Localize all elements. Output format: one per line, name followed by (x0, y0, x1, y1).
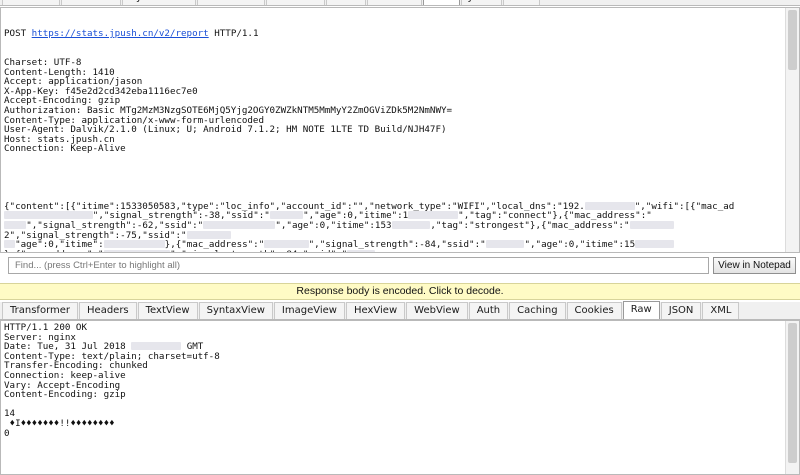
request-raw-pane[interactable]: POST https://stats.jpush.cn/v2/report HT… (0, 7, 800, 253)
redacted-block (131, 342, 182, 351)
request-header-line: Connection: Keep-Alive (4, 143, 126, 155)
request-version: HTTP/1.1 (208, 28, 259, 40)
response-tab-cookies[interactable]: Cookies (566, 302, 622, 319)
request-tab-webforms[interactable]: WebForms (196, 0, 266, 5)
redacted-block (4, 211, 93, 220)
request-line: POST https://stats.jpush.cn/v2/report HT… (4, 29, 752, 39)
text-segment: ","signal_strength":-84,"ssid":" (170, 249, 347, 252)
response-line: Content-Encoding: gzip (4, 390, 220, 400)
request-headers: Charset: UTF-8 Content-Length: 1410 Accept… (4, 58, 752, 154)
request-body-line: },{"mac_address":" ","signal_strength":-8… (4, 249, 752, 252)
response-tab-hexview[interactable]: HexView (345, 302, 406, 319)
response-tab-webview[interactable]: WebView (406, 302, 468, 319)
request-tab-auth[interactable]: Auth (326, 0, 366, 5)
redacted-block (103, 249, 171, 252)
text-segment: ","age":0,"itime":15 (524, 239, 636, 251)
request-scrollbar[interactable] (785, 8, 799, 252)
response-tab-transformer[interactable]: Transformer (2, 302, 79, 319)
request-url-link[interactable]: https://stats.jpush.cn/v2/report (32, 28, 209, 39)
request-tab-textview[interactable]: TextView (60, 0, 121, 5)
request-method: POST (4, 28, 32, 40)
redacted-block (485, 240, 525, 249)
response-raw-pane[interactable]: HTTP/1.1 200 OK Server: nginx Date: Tue, 3… (0, 320, 800, 475)
text-segment: ♦I♦♦♦♦♦♦♦!!♦♦♦♦♦♦♦♦ (4, 417, 115, 429)
request-tab-headers[interactable]: Headers (2, 0, 60, 5)
redacted-block (391, 221, 431, 230)
redacted-block (347, 249, 375, 252)
response-raw-text[interactable]: HTTP/1.1 200 OK Server: nginx Date: Tue, 3… (4, 323, 220, 438)
redacted-block (4, 221, 27, 230)
request-body-line: "age":0,"itime":},{"mac_address":" ","sig… (4, 240, 752, 250)
request-header-line: Charset: UTF-8 (4, 56, 82, 68)
text-segment: },{"mac_address":" (4, 249, 104, 252)
request-tab-raw[interactable]: Raw (422, 0, 460, 5)
response-tab-json[interactable]: JSON (660, 302, 702, 319)
redacted-block (4, 240, 16, 249)
redacted-block (103, 240, 165, 249)
response-line (4, 400, 220, 410)
text-segment: Content-Encoding: gzip (4, 389, 126, 401)
response-scroll-thumb[interactable] (788, 323, 797, 463)
request-body: {"content":[{"itime":1533050583,"type":"… (4, 201, 752, 252)
request-header-line: User-Agent: Dalvik/2.1.0 (Linux; U; Andr… (4, 124, 447, 136)
request-tab-bar: HeadersTextViewSyntaxViewWebFormsHexView… (0, 0, 800, 6)
redacted-block (264, 240, 309, 249)
find-input[interactable] (8, 257, 709, 274)
response-tab-bar: Transformer Headers TextView SyntaxView Imag… (0, 301, 800, 320)
request-tab-syntaxview[interactable]: SyntaxView (121, 0, 196, 5)
redacted-block (269, 211, 304, 220)
response-tab-imageview[interactable]: ImageView (273, 302, 345, 319)
response-tab-textview[interactable]: TextView (137, 302, 198, 319)
redacted-block (186, 230, 231, 239)
redacted-block (629, 221, 674, 230)
request-scroll-thumb[interactable] (788, 10, 797, 70)
text-segment: ,"tag":"strongest"},{"mac_address":" (430, 220, 630, 232)
response-tab-auth[interactable]: Auth (468, 302, 509, 319)
response-tab-caching[interactable]: Caching (509, 302, 566, 319)
request-tab-hexview[interactable]: HexView (266, 0, 326, 5)
request-tab-cookies[interactable]: Cookies (366, 0, 422, 5)
view-in-notepad-button[interactable]: View in Notepad (713, 257, 796, 274)
request-raw-text[interactable]: POST https://stats.jpush.cn/v2/report HT… (4, 10, 752, 252)
response-scrollbar[interactable] (785, 321, 799, 474)
redacted-block (203, 221, 276, 230)
response-line: ♦I♦♦♦♦♦♦♦!!♦♦♦♦♦♦♦♦ (4, 419, 220, 429)
response-tab-raw[interactable]: Raw (622, 301, 660, 319)
response-tab-headers[interactable]: Headers (79, 302, 137, 319)
text-segment: 0 (4, 427, 10, 439)
text-segment: ","age":0,"itime":153 (275, 220, 392, 232)
redacted-block (635, 240, 674, 249)
request-tab-json[interactable]: JSON (460, 0, 502, 5)
response-tab-syntaxview[interactable]: SyntaxView (198, 302, 273, 319)
redacted-block (408, 211, 459, 220)
decode-banner[interactable]: Response body is encoded. Click to decod… (0, 283, 800, 300)
redacted-block (584, 201, 635, 210)
find-bar: View in Notepad (8, 257, 796, 274)
request-tab-xml[interactable]: XML (502, 0, 540, 5)
response-tab-xml[interactable]: XML (702, 302, 740, 319)
response-line: 0 (4, 427, 220, 439)
